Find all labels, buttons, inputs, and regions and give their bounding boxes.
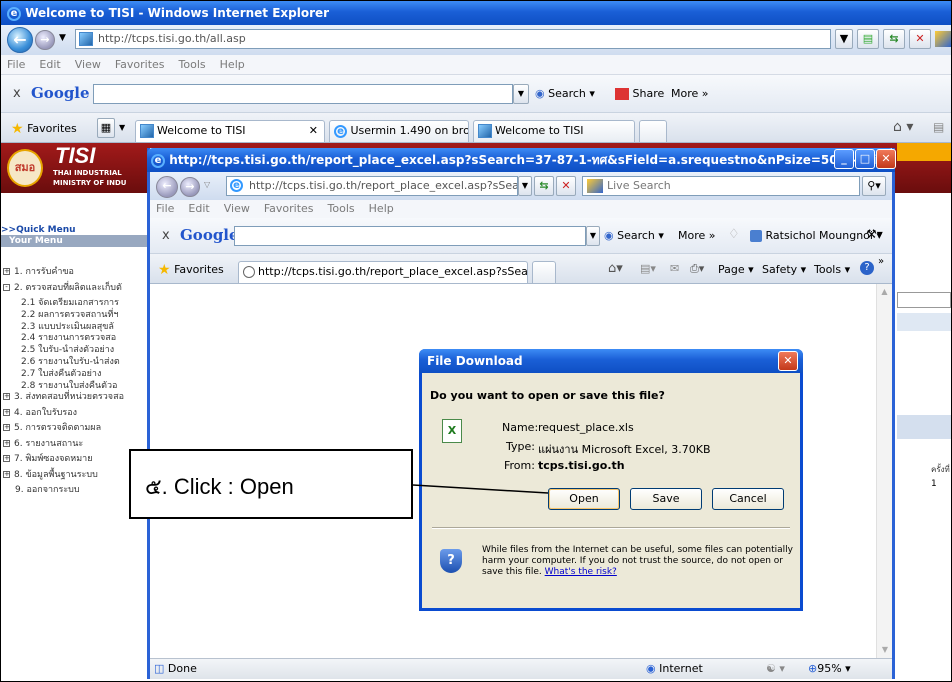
callout-arrow — [412, 484, 549, 494]
screenshot-frame: e Welcome to TISI - Windows Internet Exp… — [0, 0, 952, 682]
